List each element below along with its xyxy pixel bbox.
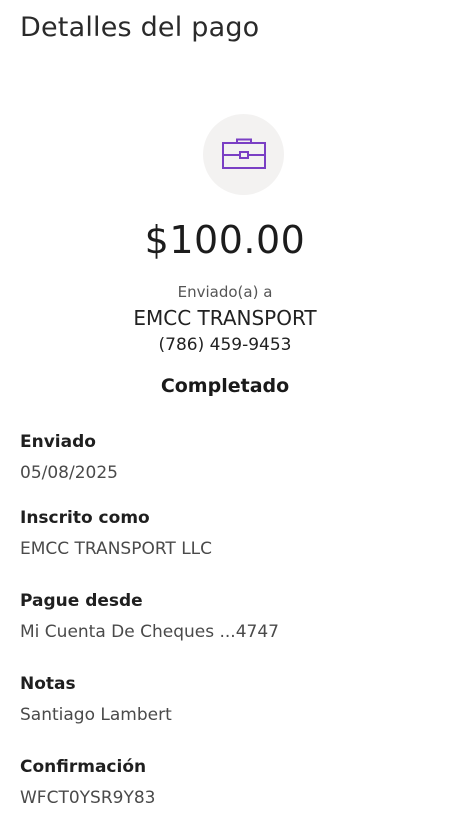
detail-notes: Notas Santiago Lambert	[20, 674, 430, 725]
detail-confirmation: Confirmación WFCT0YSR9Y83	[20, 757, 430, 808]
detail-enrolled-as: Inscrito como EMCC TRANSPORT LLC	[20, 508, 430, 559]
detail-label: Inscrito como	[20, 508, 150, 528]
detail-label: Notas	[20, 674, 76, 694]
briefcase-icon	[221, 136, 267, 174]
payment-icon-badge	[203, 114, 284, 195]
page-title: Detalles del pago	[20, 12, 260, 43]
detail-label: Pague desde	[20, 591, 143, 611]
detail-value: 05/08/2025	[20, 463, 118, 483]
detail-sent-date: Enviado 05/08/2025	[20, 432, 430, 483]
detail-label: Enviado	[20, 432, 96, 452]
detail-value: Santiago Lambert	[20, 705, 172, 725]
detail-value: EMCC TRANSPORT LLC	[20, 539, 213, 559]
detail-value: Mi Cuenta De Cheques ...4747	[20, 622, 279, 642]
sent-to-label: Enviado(a) a	[177, 283, 273, 301]
recipient-name: EMCC TRANSPORT	[133, 306, 317, 330]
detail-value: WFCT0YSR9Y83	[20, 788, 156, 808]
payment-amount: $100.00	[144, 218, 306, 262]
detail-paid-from: Pague desde Mi Cuenta De Cheques ...4747	[20, 591, 430, 642]
detail-label: Confirmación	[20, 757, 147, 777]
recipient-phone: (786) 459-9453	[158, 335, 292, 355]
payment-status: Completado	[160, 375, 290, 397]
